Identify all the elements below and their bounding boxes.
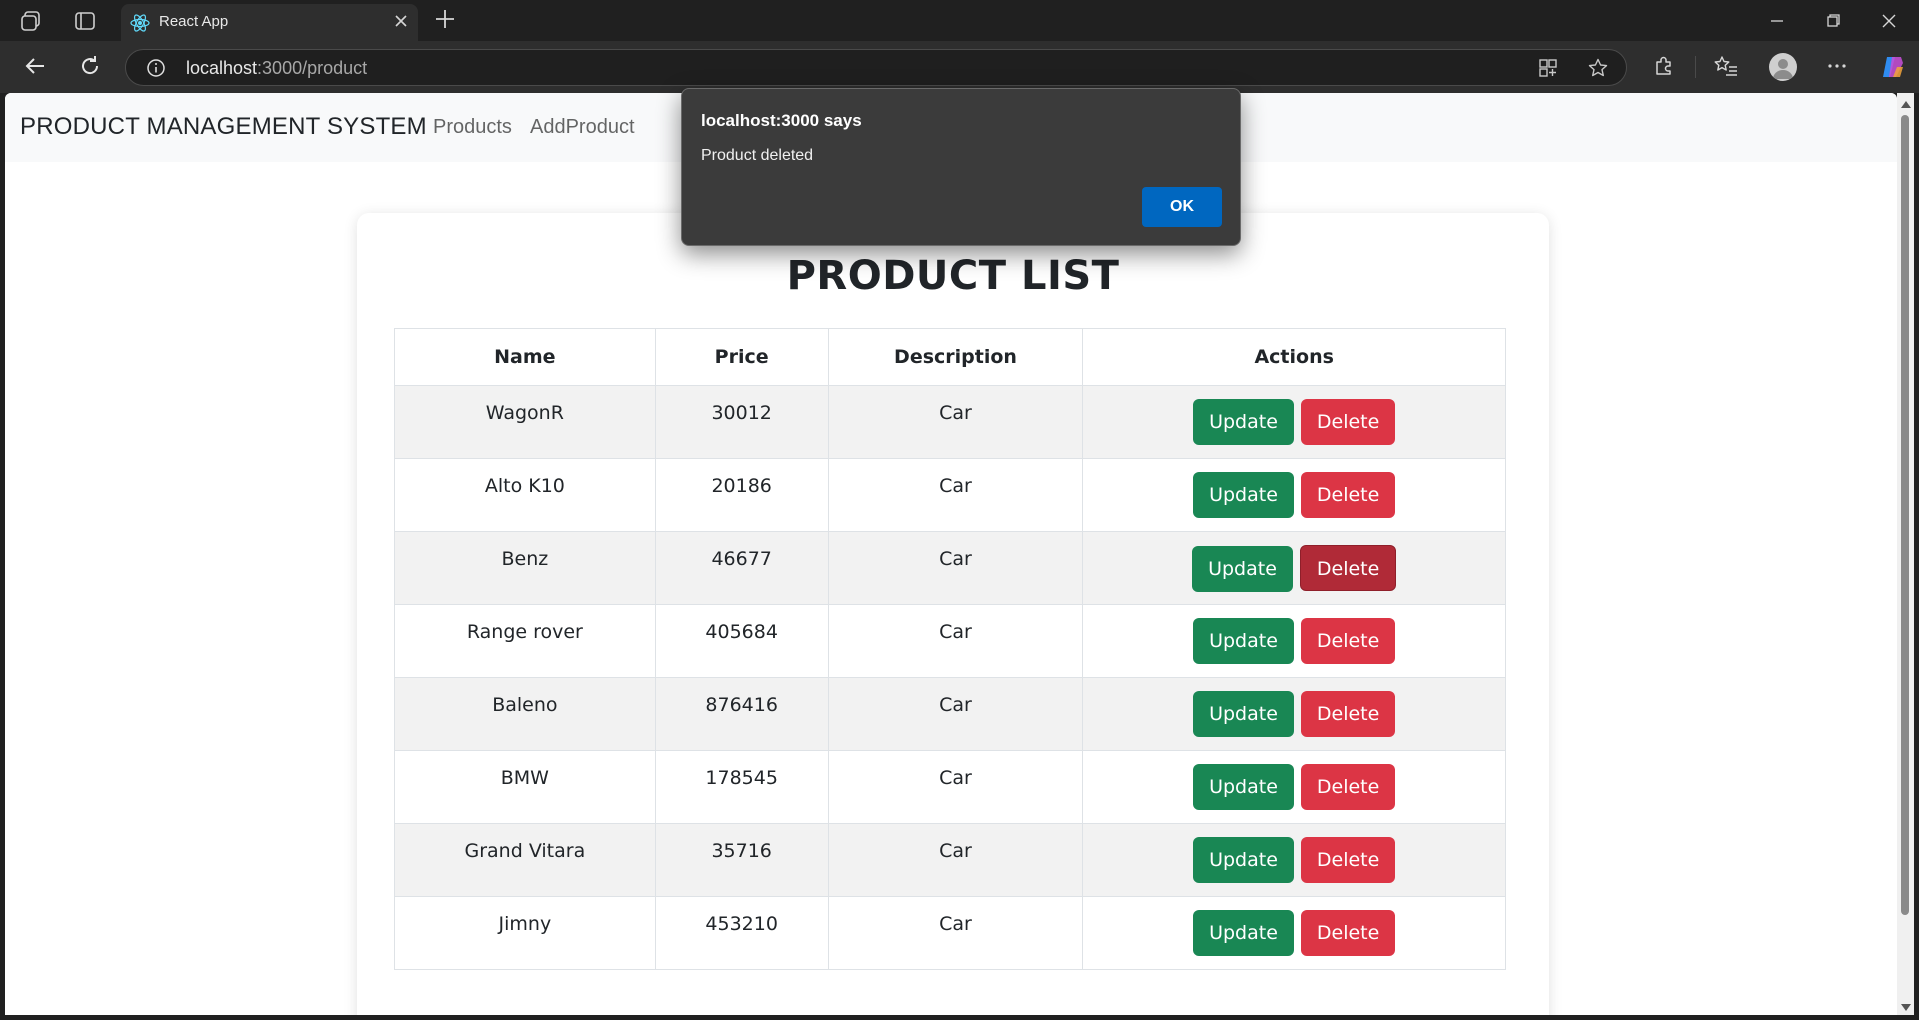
more-options-icon[interactable]: [1824, 53, 1850, 79]
table-row: BMW 178545 Car Update Delete: [394, 750, 1506, 824]
product-price: 876416: [705, 694, 778, 716]
minimize-icon[interactable]: [1762, 8, 1792, 34]
product-name: WagonR: [485, 402, 564, 424]
delete-button[interactable]: Delete: [1300, 691, 1396, 737]
tab-title: React App: [159, 13, 229, 30]
close-tab-icon[interactable]: [392, 13, 410, 31]
split-screen-icon[interactable]: [1537, 57, 1559, 79]
update-button[interactable]: Update: [1193, 472, 1294, 518]
favorites-list-icon[interactable]: [1713, 53, 1739, 79]
product-description: Car: [939, 621, 972, 643]
tab-actions-icon[interactable]: [72, 8, 98, 34]
browser-tab-active[interactable]: React App: [121, 4, 418, 41]
delete-button[interactable]: Delete: [1300, 399, 1396, 445]
page-scrollbar[interactable]: [1897, 93, 1914, 1015]
product-name: Benz: [501, 548, 549, 570]
alert-dialog: localhost:3000 says Product deleted OK: [681, 88, 1241, 246]
product-description: Car: [939, 694, 972, 716]
update-button[interactable]: Update: [1193, 764, 1294, 810]
scroll-down-arrow-icon[interactable]: [1901, 1004, 1911, 1011]
product-description: Car: [939, 767, 972, 789]
product-description: Car: [939, 475, 972, 497]
column-header-description: Description: [827, 328, 1084, 386]
profile-avatar[interactable]: [1769, 53, 1797, 81]
site-info-icon[interactable]: [146, 58, 166, 78]
update-button[interactable]: Update: [1193, 618, 1294, 664]
delete-button[interactable]: Delete: [1300, 618, 1396, 664]
table-row: Benz 46677 Car Update Delete: [394, 531, 1506, 605]
delete-button[interactable]: Delete: [1300, 837, 1396, 883]
refresh-icon[interactable]: [75, 51, 105, 81]
url-text[interactable]: localhost:3000/product: [186, 58, 367, 79]
product-price: 178545: [705, 767, 778, 789]
product-price: 405684: [705, 621, 778, 643]
table-row: Alto K10 20186 Car Update Delete: [394, 458, 1506, 532]
product-description: Car: [939, 913, 972, 935]
product-name: Baleno: [492, 694, 558, 716]
workspaces-icon[interactable]: [19, 8, 45, 34]
delete-button[interactable]: Delete: [1300, 764, 1396, 810]
product-name: Grand Vitara: [464, 840, 586, 862]
product-price: 20186: [711, 475, 772, 497]
update-button[interactable]: Update: [1193, 837, 1294, 883]
table-row: Jimny 453210 Car Update Delete: [394, 896, 1506, 970]
delete-button[interactable]: Delete: [1300, 910, 1396, 956]
nav-link-products[interactable]: Products: [433, 116, 512, 139]
product-list-card: PRODUCT LIST Name Price Description Acti…: [357, 213, 1549, 1015]
product-price: 453210: [705, 913, 778, 935]
scrollbar-thumb[interactable]: [1901, 115, 1909, 915]
update-button[interactable]: Update: [1193, 910, 1294, 956]
product-price: 46677: [711, 548, 772, 570]
new-tab-icon[interactable]: [432, 6, 458, 32]
scroll-up-arrow-icon[interactable]: [1901, 101, 1911, 108]
table-header-row: Name Price Description Actions: [394, 328, 1506, 386]
product-table: Name Price Description Actions WagonR 30…: [394, 328, 1506, 970]
table-row: Range rover 405684 Car Update Delete: [394, 604, 1506, 678]
toolbar-separator: [1695, 56, 1696, 78]
browser-toolbar: localhost:3000/product: [0, 41, 1919, 93]
delete-button[interactable]: Delete: [1300, 472, 1396, 518]
column-header-actions: Actions: [1082, 328, 1506, 386]
update-button[interactable]: Update: [1193, 691, 1294, 737]
product-price: 30012: [711, 402, 772, 424]
update-button[interactable]: Update: [1193, 399, 1294, 445]
product-description: Car: [939, 840, 972, 862]
delete-button[interactable]: Delete: [1299, 544, 1397, 591]
product-name: BMW: [500, 767, 549, 789]
address-bar[interactable]: localhost:3000/product: [125, 49, 1627, 86]
dialog-message: Product deleted: [701, 147, 814, 164]
product-name: Range rover: [466, 621, 583, 643]
table-row: Grand Vitara 35716 Car Update Delete: [394, 823, 1506, 897]
table-row: Baleno 876416 Car Update Delete: [394, 677, 1506, 751]
browser-titlebar: React App: [0, 0, 1919, 41]
column-header-price: Price: [654, 328, 829, 386]
ok-button[interactable]: OK: [1142, 187, 1222, 227]
table-row: WagonR 30012 Car Update Delete: [394, 385, 1506, 459]
product-name: Alto K10: [484, 475, 565, 497]
nav-link-add-product[interactable]: AddProduct: [530, 116, 635, 139]
react-logo-icon: [129, 13, 151, 33]
close-window-icon[interactable]: [1874, 8, 1904, 34]
product-name: Jimny: [498, 913, 552, 935]
favorite-star-icon[interactable]: [1587, 57, 1609, 79]
update-button[interactable]: Update: [1192, 545, 1293, 592]
copilot-icon[interactable]: [1879, 53, 1905, 79]
extensions-icon[interactable]: [1651, 53, 1677, 79]
product-price: 35716: [711, 840, 772, 862]
column-header-name: Name: [394, 328, 656, 386]
back-arrow-icon[interactable]: [20, 51, 50, 81]
product-description: Car: [939, 548, 972, 570]
app-brand[interactable]: PRODUCT MANAGEMENT SYSTEM: [20, 113, 427, 141]
dialog-title: localhost:3000 says: [701, 111, 862, 130]
restore-icon[interactable]: [1818, 8, 1848, 34]
product-description: Car: [939, 402, 972, 424]
page-title: PRODUCT LIST: [786, 253, 1120, 299]
